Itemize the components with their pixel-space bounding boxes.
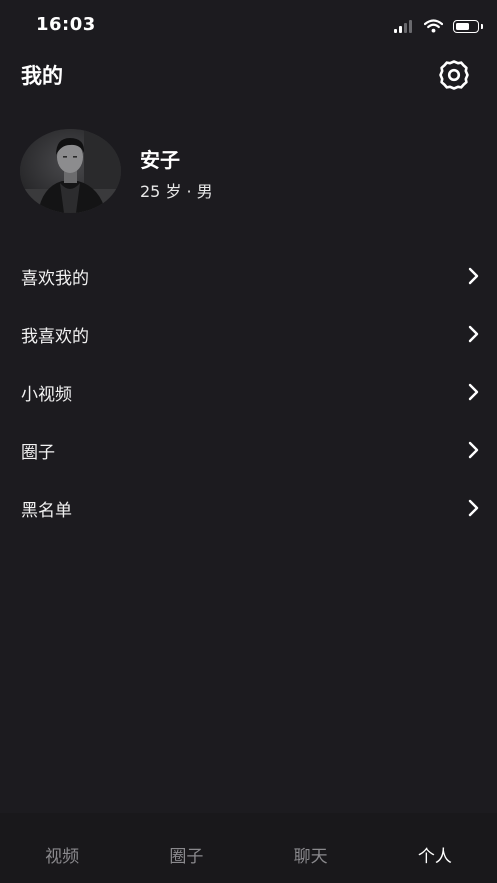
menu-item-label: 圈子 (21, 443, 55, 463)
tab-bar: 视频 圈子 聊天 个人 (0, 813, 497, 883)
tab-videos[interactable]: 视频 (0, 813, 124, 883)
chevron-right-icon (468, 499, 479, 517)
menu-item-blacklist[interactable]: 黑名单 (0, 479, 497, 537)
tab-circles[interactable]: 圈子 (124, 813, 248, 883)
menu-item-label: 黑名单 (21, 501, 72, 521)
cellular-signal-icon (394, 19, 414, 33)
menu-item-liked-me[interactable]: 喜欢我的 (0, 247, 497, 305)
profile-screen: 16:03 我的 安子 25 岁 · 男 喜欢我的 我喜欢的 小视频 圈子 黑名… (0, 0, 497, 883)
status-icons (394, 16, 483, 36)
page-title: 我的 (21, 64, 63, 88)
menu-item-label: 小视频 (21, 385, 72, 405)
avatar[interactable] (20, 129, 121, 213)
menu-item-label: 我喜欢的 (21, 327, 89, 347)
chevron-right-icon (468, 325, 479, 343)
battery-level (456, 22, 470, 30)
wifi-icon (424, 19, 443, 33)
chevron-right-icon (468, 267, 479, 285)
user-avatar (20, 129, 121, 213)
settings-button[interactable] (436, 57, 472, 93)
menu-item-i-liked[interactable]: 我喜欢的 (0, 305, 497, 363)
menu-list: 喜欢我的 我喜欢的 小视频 圈子 黑名单 (0, 247, 497, 537)
chevron-right-icon (468, 383, 479, 401)
menu-item-short-videos[interactable]: 小视频 (0, 363, 497, 421)
profile-age-gender: 25 岁 · 男 (140, 182, 213, 201)
tab-chat[interactable]: 聊天 (249, 813, 373, 883)
menu-item-label: 喜欢我的 (21, 269, 89, 289)
gear-icon (439, 60, 469, 90)
status-time: 16:03 (36, 14, 96, 35)
status-bar: 16:03 (0, 0, 497, 50)
profile-name: 安子 (140, 148, 180, 172)
chevron-right-icon (468, 441, 479, 459)
battery-icon (453, 19, 483, 33)
tab-profile[interactable]: 个人 (373, 813, 497, 883)
menu-item-circles[interactable]: 圈子 (0, 421, 497, 479)
